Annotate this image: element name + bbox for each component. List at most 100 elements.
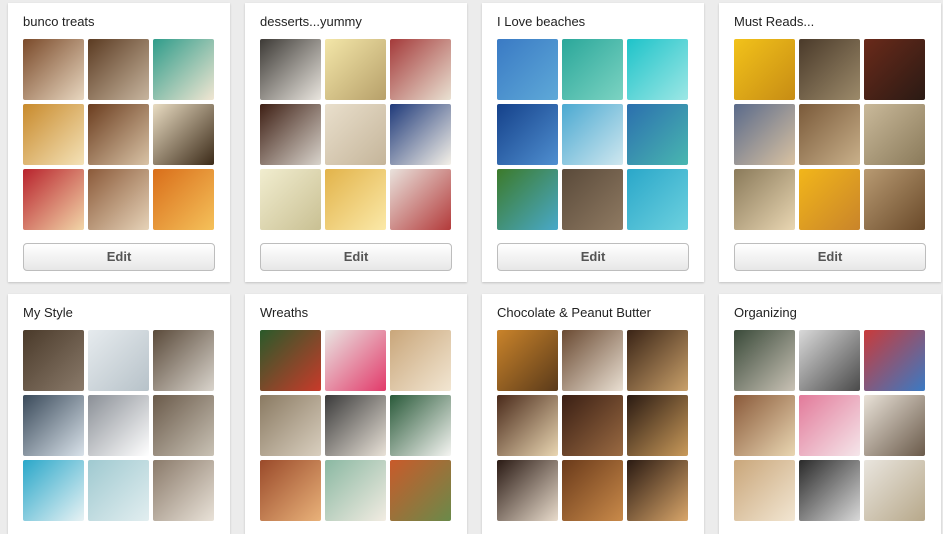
pin-thumbnail[interactable]: [562, 169, 623, 230]
thumbnail-grid[interactable]: [260, 330, 452, 522]
pin-thumbnail[interactable]: [23, 460, 84, 521]
pin-thumbnail[interactable]: [23, 104, 84, 165]
pin-thumbnail[interactable]: [864, 395, 925, 456]
pin-thumbnail[interactable]: [497, 39, 558, 100]
pin-thumbnail[interactable]: [325, 330, 386, 391]
thumbnail-grid[interactable]: [260, 39, 452, 231]
pin-thumbnail[interactable]: [153, 104, 214, 165]
pin-thumbnail[interactable]: [734, 330, 795, 391]
pin-thumbnail[interactable]: [562, 39, 623, 100]
pin-thumbnail[interactable]: [497, 460, 558, 521]
pin-thumbnail[interactable]: [734, 395, 795, 456]
pin-thumbnail[interactable]: [88, 169, 149, 230]
pin-thumbnail[interactable]: [390, 395, 451, 456]
thumbnail-grid[interactable]: [497, 39, 689, 231]
board-card[interactable]: Organizing: [719, 294, 941, 534]
pin-thumbnail[interactable]: [734, 39, 795, 100]
pin-thumbnail[interactable]: [562, 104, 623, 165]
pin-thumbnail[interactable]: [390, 169, 451, 230]
thumbnail-grid[interactable]: [734, 39, 926, 231]
edit-button[interactable]: Edit: [497, 243, 689, 271]
thumbnail-grid[interactable]: [497, 330, 689, 522]
pin-thumbnail[interactable]: [88, 39, 149, 100]
board-title[interactable]: Chocolate & Peanut Butter: [497, 305, 651, 320]
pin-thumbnail[interactable]: [864, 104, 925, 165]
pin-thumbnail[interactable]: [325, 104, 386, 165]
pin-thumbnail[interactable]: [260, 104, 321, 165]
pin-thumbnail[interactable]: [325, 460, 386, 521]
pin-thumbnail[interactable]: [799, 39, 860, 100]
pin-thumbnail[interactable]: [153, 330, 214, 391]
pin-thumbnail[interactable]: [325, 39, 386, 100]
pin-thumbnail[interactable]: [864, 39, 925, 100]
pin-thumbnail[interactable]: [734, 104, 795, 165]
thumbnail-grid[interactable]: [23, 39, 215, 231]
pin-thumbnail[interactable]: [23, 395, 84, 456]
board-title[interactable]: Must Reads...: [734, 14, 814, 29]
pin-thumbnail[interactable]: [562, 460, 623, 521]
edit-button[interactable]: Edit: [23, 243, 215, 271]
board-title[interactable]: Wreaths: [260, 305, 308, 320]
thumbnail-grid[interactable]: [23, 330, 215, 522]
pin-thumbnail[interactable]: [260, 39, 321, 100]
pin-thumbnail[interactable]: [153, 39, 214, 100]
pin-thumbnail[interactable]: [627, 330, 688, 391]
pin-thumbnail[interactable]: [799, 104, 860, 165]
pin-thumbnail[interactable]: [627, 395, 688, 456]
pin-thumbnail[interactable]: [497, 330, 558, 391]
pin-thumbnail[interactable]: [260, 460, 321, 521]
pin-thumbnail[interactable]: [390, 460, 451, 521]
board-card[interactable]: My Style: [8, 294, 230, 534]
pin-thumbnail[interactable]: [390, 330, 451, 391]
pin-thumbnail[interactable]: [88, 104, 149, 165]
pin-thumbnail[interactable]: [153, 395, 214, 456]
pin-thumbnail[interactable]: [260, 330, 321, 391]
edit-button[interactable]: Edit: [260, 243, 452, 271]
pin-thumbnail[interactable]: [23, 169, 84, 230]
pin-thumbnail[interactable]: [734, 460, 795, 521]
pin-thumbnail[interactable]: [390, 104, 451, 165]
pin-thumbnail[interactable]: [497, 104, 558, 165]
pin-thumbnail[interactable]: [864, 460, 925, 521]
pin-thumbnail[interactable]: [88, 395, 149, 456]
pin-thumbnail[interactable]: [799, 395, 860, 456]
pin-thumbnail[interactable]: [497, 169, 558, 230]
pin-thumbnail[interactable]: [390, 39, 451, 100]
board-card[interactable]: bunco treats Edit: [8, 3, 230, 282]
board-card[interactable]: I Love beaches Edit: [482, 3, 704, 282]
pin-thumbnail[interactable]: [864, 330, 925, 391]
pin-thumbnail[interactable]: [23, 330, 84, 391]
pin-thumbnail[interactable]: [627, 39, 688, 100]
pin-thumbnail[interactable]: [260, 169, 321, 230]
pin-thumbnail[interactable]: [864, 169, 925, 230]
board-title[interactable]: Organizing: [734, 305, 797, 320]
board-title[interactable]: desserts...yummy: [260, 14, 362, 29]
board-card[interactable]: Chocolate & Peanut Butter: [482, 294, 704, 534]
pin-thumbnail[interactable]: [23, 39, 84, 100]
pin-thumbnail[interactable]: [260, 395, 321, 456]
pin-thumbnail[interactable]: [325, 169, 386, 230]
pin-thumbnail[interactable]: [627, 104, 688, 165]
board-title[interactable]: bunco treats: [23, 14, 95, 29]
pin-thumbnail[interactable]: [153, 460, 214, 521]
board-title[interactable]: I Love beaches: [497, 14, 585, 29]
board-card[interactable]: Must Reads... Edit: [719, 3, 941, 282]
pin-thumbnail[interactable]: [627, 460, 688, 521]
pin-thumbnail[interactable]: [562, 395, 623, 456]
board-card[interactable]: desserts...yummy Edit: [245, 3, 467, 282]
pin-thumbnail[interactable]: [497, 395, 558, 456]
pin-thumbnail[interactable]: [799, 460, 860, 521]
board-card[interactable]: Wreaths: [245, 294, 467, 534]
pin-thumbnail[interactable]: [627, 169, 688, 230]
pin-thumbnail[interactable]: [88, 460, 149, 521]
edit-button[interactable]: Edit: [734, 243, 926, 271]
pin-thumbnail[interactable]: [799, 169, 860, 230]
pin-thumbnail[interactable]: [153, 169, 214, 230]
thumbnail-grid[interactable]: [734, 330, 926, 522]
pin-thumbnail[interactable]: [734, 169, 795, 230]
board-title[interactable]: My Style: [23, 305, 73, 320]
pin-thumbnail[interactable]: [562, 330, 623, 391]
pin-thumbnail[interactable]: [88, 330, 149, 391]
pin-thumbnail[interactable]: [325, 395, 386, 456]
pin-thumbnail[interactable]: [799, 330, 860, 391]
